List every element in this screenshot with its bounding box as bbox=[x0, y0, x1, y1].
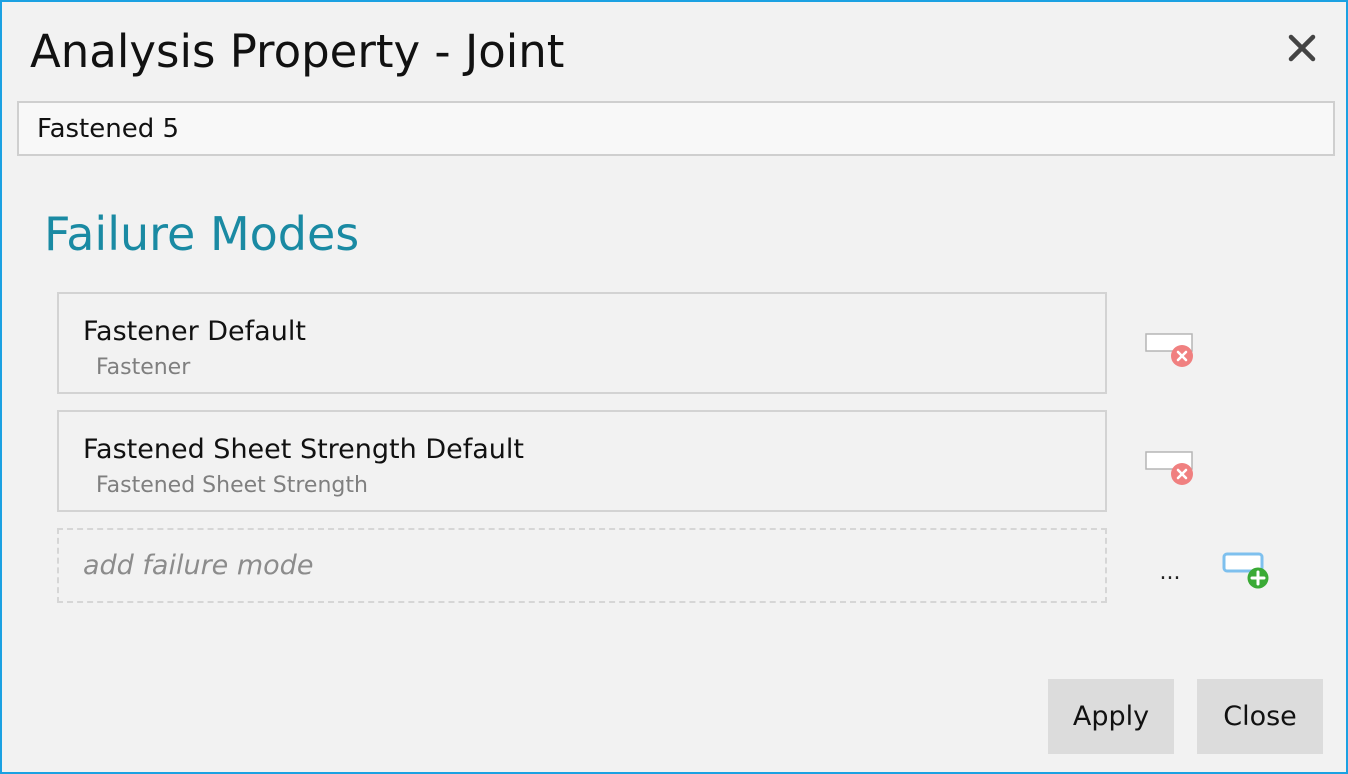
property-name-input[interactable] bbox=[17, 101, 1335, 156]
close-icon[interactable] bbox=[1283, 28, 1323, 68]
add-failure-mode-button[interactable] bbox=[1221, 550, 1273, 592]
remove-item-icon bbox=[1145, 451, 1193, 485]
failure-mode-type: Fastened Sheet Strength bbox=[96, 473, 368, 498]
failure-mode-item[interactable]: Fastener Default Fastener bbox=[57, 292, 1107, 394]
failure-mode-name: Fastener Default bbox=[83, 316, 306, 347]
close-button[interactable]: Close bbox=[1197, 679, 1323, 754]
add-failure-mode-field bbox=[57, 528, 1107, 603]
remove-failure-mode-button[interactable] bbox=[1144, 450, 1196, 490]
remove-item-icon bbox=[1145, 333, 1193, 367]
failure-mode-name: Fastened Sheet Strength Default bbox=[83, 434, 524, 465]
failure-mode-item[interactable]: Fastened Sheet Strength Default Fastened… bbox=[57, 410, 1107, 512]
add-item-icon bbox=[1222, 552, 1269, 589]
dialog-title: Analysis Property - Joint bbox=[30, 25, 565, 78]
analysis-property-dialog: Analysis Property - Joint Failure Modes … bbox=[0, 0, 1348, 774]
failure-modes-heading: Failure Modes bbox=[44, 207, 360, 261]
remove-failure-mode-button[interactable] bbox=[1144, 332, 1196, 372]
failure-mode-type: Fastener bbox=[96, 355, 191, 380]
apply-button[interactable]: Apply bbox=[1048, 679, 1174, 754]
add-failure-mode-input[interactable] bbox=[59, 530, 1105, 601]
browse-button[interactable]: ... bbox=[1150, 558, 1190, 588]
